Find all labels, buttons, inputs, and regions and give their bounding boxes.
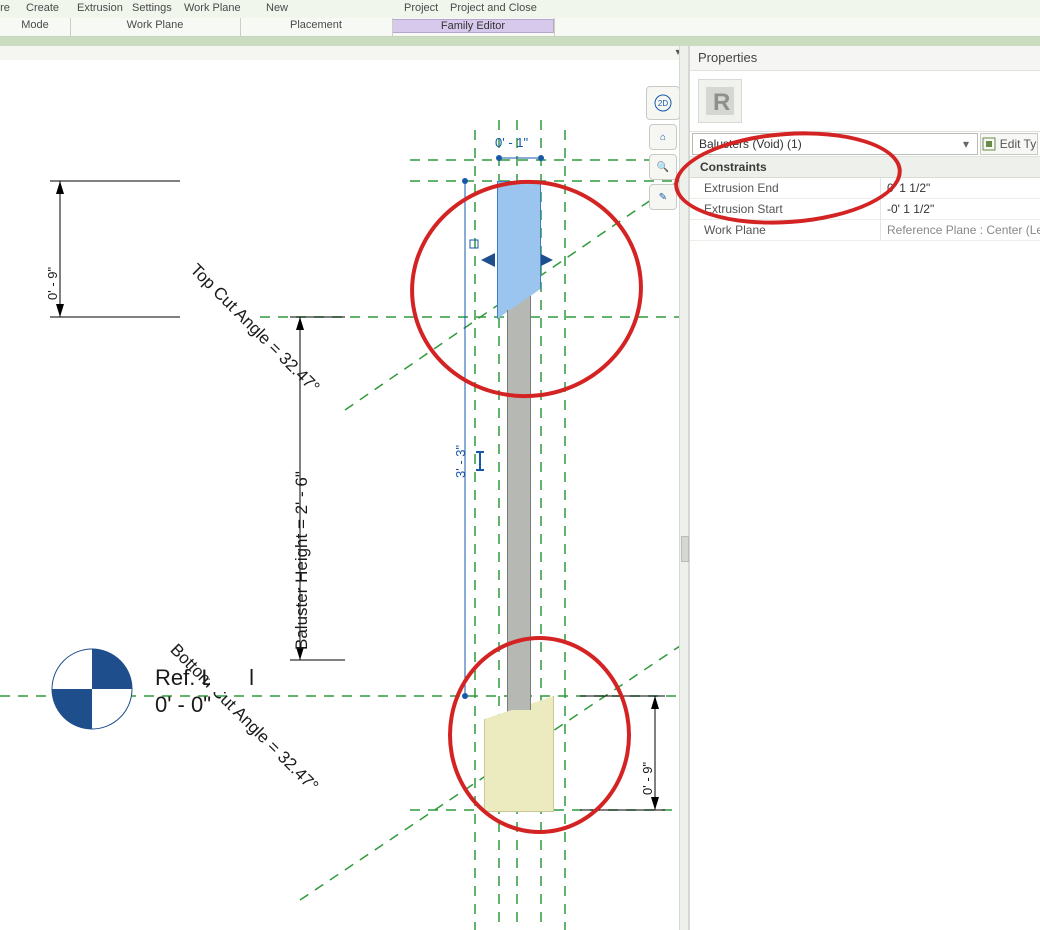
prop-row-extrusion-end[interactable]: Extrusion End 0' 1 1/2": [690, 178, 1040, 199]
prop-row-work-plane[interactable]: Work Plane Reference Plane : Center (Lef…: [690, 220, 1040, 241]
properties-panel: Properties R Balusters (Void) (1) ▾ Edit…: [689, 46, 1040, 930]
ribbon-item-extrusion[interactable]: Extrusion: [73, 1, 127, 15]
edit-type-icon: [982, 137, 996, 151]
chevron-down-icon: ▾: [961, 137, 971, 151]
drawing-view[interactable]: ▾: [0, 46, 689, 930]
type-selector-row: Balusters (Void) (1) ▾ Edit Ty: [690, 132, 1040, 157]
nav-draw-button[interactable]: ✎: [649, 184, 677, 210]
type-selector[interactable]: Balusters (Void) (1) ▾: [692, 133, 978, 155]
baluster-solid-mid: [507, 310, 531, 710]
nav-zoom-button[interactable]: 🔍: [649, 154, 677, 180]
ribbon-item-new[interactable]: New: [262, 1, 292, 15]
ribbon-item-create[interactable]: Create: [22, 1, 63, 15]
revit-r-icon: R: [704, 85, 736, 117]
baluster-height-label: Baluster Height = 2' - 6": [292, 471, 312, 650]
properties-title: Properties: [690, 46, 1040, 71]
svg-text:R: R: [713, 89, 730, 116]
prop-value: Reference Plane : Center (Left/...: [881, 220, 1040, 240]
edit-type-button[interactable]: Edit Ty: [980, 133, 1038, 155]
dim-top-09: 0' - 9": [45, 267, 60, 300]
navigation-stack: 2D ⌂ 🔍 ✎: [643, 86, 683, 210]
prop-name: Extrusion End: [690, 178, 881, 198]
ribbon-item-ure[interactable]: ure: [0, 1, 14, 15]
ribbon-panel-mode[interactable]: Mode: [0, 19, 70, 31]
type-thumbnail-row: R: [690, 71, 1040, 132]
ribbon-panel-placement[interactable]: Placement: [240, 19, 392, 31]
dim-33: 3' - 3": [453, 445, 468, 478]
drawing-contents: 0' - 9" 0' - 9" 0' - 1" 3' - 3" Baluster…: [0, 60, 689, 930]
nav-home-button[interactable]: ⌂: [649, 124, 677, 150]
prop-row-extrusion-start[interactable]: Extrusion Start -0' 1 1/2": [690, 199, 1040, 220]
prop-value[interactable]: -0' 1 1/2": [881, 199, 1040, 219]
ribbon-panel-workplane[interactable]: Work Plane: [70, 19, 240, 31]
svg-text:2D: 2D: [658, 99, 668, 108]
ribbon-item-settings[interactable]: Settings: [128, 1, 176, 15]
type-thumbnail: R: [698, 79, 742, 123]
content-area: ▾: [0, 46, 1040, 930]
dim-01: 0' - 1": [495, 135, 528, 150]
ribbon-item-workplane[interactable]: Work Plane: [180, 1, 245, 15]
ref-level-marker[interactable]: [48, 645, 136, 736]
prop-group-constraints[interactable]: Constraints: [690, 157, 1040, 178]
ref-level-value: 0' - 0": [155, 692, 211, 718]
splitter-grip[interactable]: [681, 536, 689, 562]
splitter[interactable]: [679, 46, 689, 930]
ribbon-item-project[interactable]: Project: [400, 1, 442, 15]
ribbon-panel-family-editor[interactable]: Family Editor: [392, 19, 554, 33]
ribbon-top-row: ure Create Extrusion Settings Work Plane…: [0, 0, 1040, 19]
drawing-svg: [0, 60, 689, 930]
nav-2d-button[interactable]: 2D: [646, 86, 680, 120]
ribbon-panel-row: Mode Work Plane Placement Family Editor: [0, 18, 1040, 37]
dim-bot-09: 0' - 9": [640, 762, 655, 795]
ribbon: ure Create Extrusion Settings Work Plane…: [0, 0, 1040, 46]
type-selector-value: Balusters (Void) (1): [699, 137, 802, 151]
prop-name: Work Plane: [690, 220, 881, 240]
prop-value[interactable]: 0' 1 1/2": [881, 178, 1040, 198]
ribbon-item-project-close[interactable]: Project and Close: [446, 1, 541, 15]
text-mask: [210, 660, 250, 692]
prop-name: Extrusion Start: [690, 199, 881, 219]
